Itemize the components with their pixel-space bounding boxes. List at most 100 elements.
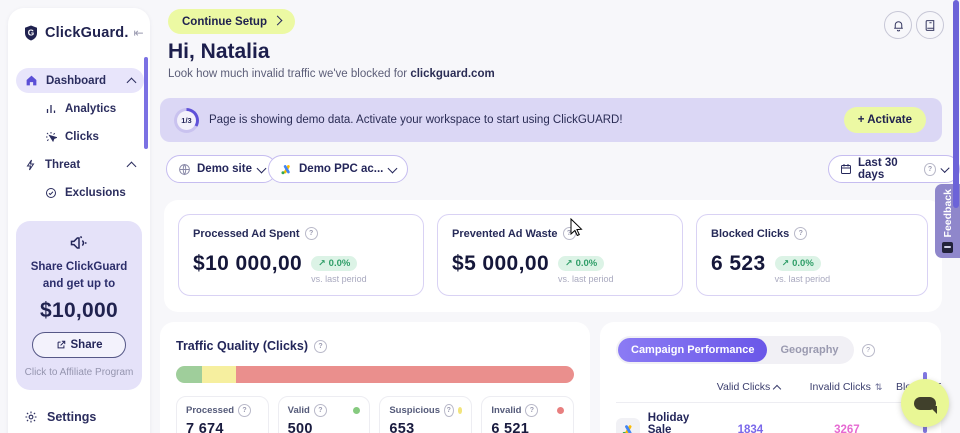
promo-title: Share ClickGuard and get up to <box>24 259 134 294</box>
change-value: 0.0% <box>329 258 351 269</box>
help-icon[interactable]: ? <box>444 404 454 417</box>
nav-label: Exclusions <box>65 187 126 199</box>
nav-label: Clicks <box>65 131 99 143</box>
versus-label: vs. last period <box>558 274 614 284</box>
sidebar-item-dashboard[interactable]: Dashboard <box>16 68 144 93</box>
trend-badge: 0.0% <box>775 256 821 271</box>
check-circle-icon <box>45 187 57 199</box>
divider <box>616 402 941 403</box>
help-icon[interactable]: ? <box>314 340 327 353</box>
date-range-selector[interactable]: Last 30 days ? <box>828 155 960 183</box>
megaphone-icon <box>24 233 134 253</box>
traffic-card-value: 7 674 <box>186 421 259 433</box>
chat-widget-button[interactable] <box>901 379 949 427</box>
sidebar-item-threat[interactable]: Threat <box>16 152 144 177</box>
help-icon[interactable]: ? <box>525 404 538 417</box>
tab-campaign-performance[interactable]: Campaign Performance <box>618 338 767 362</box>
traffic-card-label: Invalid <box>491 405 521 416</box>
traffic-quality-panel: Traffic Quality (Clicks)? Processed? 7 6… <box>160 322 590 433</box>
sidebar-item-analytics[interactable]: Analytics <box>36 96 144 121</box>
traffic-card-suspicious: Suspicious? 653 0.00% <box>379 396 472 433</box>
promo-amount: $10,000 <box>24 299 134 323</box>
notifications-button[interactable] <box>884 11 912 39</box>
help-icon[interactable]: ? <box>862 344 875 357</box>
column-label: Invalid Clicks <box>810 381 871 393</box>
continue-setup-button[interactable]: Continue Setup <box>168 9 295 34</box>
date-range-label: Last 30 days <box>858 157 918 181</box>
collapse-sidebar-icon[interactable]: ⇤ <box>134 26 144 40</box>
nav-label: Analytics <box>65 103 116 115</box>
traffic-card-processed: Processed? 7 674 0.00% <box>176 396 269 433</box>
google-ads-icon <box>280 163 293 176</box>
trend-badge: 0.0% <box>311 256 357 271</box>
traffic-quality-title: Traffic Quality (Clicks) <box>176 339 308 353</box>
share-button[interactable]: Share <box>32 332 126 358</box>
valid-dot-icon <box>353 407 360 414</box>
banner-message: Page is showing demo data. Activate your… <box>209 114 844 126</box>
column-label: Valid Clicks <box>717 381 770 393</box>
column-valid-clicks[interactable]: Valid Clicks <box>701 381 796 393</box>
traffic-card-value: 500 <box>288 421 361 433</box>
sidebar-item-clicks[interactable]: Clicks <box>36 124 144 149</box>
trend-badge: 0.0% <box>558 256 604 271</box>
trend-up-icon <box>565 258 573 269</box>
tab-geography[interactable]: Geography <box>767 338 851 362</box>
external-link-icon <box>56 340 66 350</box>
traffic-card-label: Suspicious <box>389 405 440 416</box>
bar-chart-icon <box>45 103 57 115</box>
documentation-button[interactable] <box>916 11 944 39</box>
sidebar-item-exclusions[interactable]: Exclusions <box>36 180 144 205</box>
chevron-down-icon <box>940 163 949 172</box>
sidebar-nav: Dashboard Analytics Clicks Threat <box>16 68 144 205</box>
traffic-card-value: 6 521 <box>491 421 564 433</box>
stat-value: 6 523 <box>711 253 766 274</box>
demo-data-banner: 1/3 Page is showing demo data. Activate … <box>160 98 942 142</box>
invalid-clicks-value[interactable]: 3267 <box>797 424 896 433</box>
help-icon[interactable]: ? <box>563 227 576 240</box>
chevron-down-icon <box>257 163 267 173</box>
bell-icon <box>892 19 905 32</box>
versus-label: vs. last period <box>775 274 831 284</box>
feedback-icon <box>942 242 953 253</box>
stat-card-processed-ad-spent: Processed Ad Spent? $10 000,00 0.0% vs. … <box>178 214 424 296</box>
activate-button[interactable]: + Activate <box>844 107 926 133</box>
bar-segment-invalid <box>236 366 574 383</box>
help-icon[interactable]: ? <box>314 404 327 417</box>
stat-value: $10 000,00 <box>193 253 302 274</box>
sidebar-item-settings[interactable]: Settings <box>24 410 142 424</box>
gear-icon <box>24 410 38 424</box>
logo-shield-icon: G <box>22 24 40 42</box>
sidebar: G ClickGuard. ⇤ Dashboard Analytics <box>8 8 150 433</box>
help-icon[interactable]: ? <box>238 404 251 417</box>
subtitle-text: Look how much invalid traffic we've bloc… <box>168 68 410 80</box>
logo-text: ClickGuard. <box>45 25 129 41</box>
site-selector[interactable]: Demo site <box>166 155 277 183</box>
campaign-performance-panel: Campaign Performance Geography ? Valid C… <box>600 322 941 433</box>
column-invalid-clicks[interactable]: Invalid Clicks⇅ <box>796 381 896 393</box>
ppc-account-label: Demo PPC ac... <box>299 163 383 175</box>
stat-card-blocked-clicks: Blocked Clicks? 6 523 0.0% vs. last peri… <box>696 214 928 296</box>
nav-label: Dashboard <box>46 75 106 87</box>
page-scrollbar[interactable] <box>953 0 959 208</box>
help-icon[interactable]: ? <box>794 227 807 240</box>
ppc-account-selector[interactable]: Demo PPC ac... <box>268 155 408 183</box>
chat-icon <box>914 397 936 410</box>
sidebar-scrollbar[interactable] <box>144 57 148 149</box>
setup-step-counter: 1/3 <box>177 111 196 130</box>
setup-progress-ring: 1/3 <box>174 108 199 133</box>
traffic-card-invalid: Invalid? 6 521 0.00% <box>481 396 574 433</box>
affiliate-promo-card[interactable]: Share ClickGuard and get up to $10,000 S… <box>16 221 142 390</box>
feedback-label: Feedback <box>942 189 954 237</box>
suspicious-dot-icon <box>458 407 463 414</box>
help-icon[interactable]: ? <box>305 227 318 240</box>
table-row-holiday-sale-campaign[interactable]: Holiday Sale Campaign 1834 3267 <box>616 412 941 433</box>
chevron-right-icon <box>273 16 283 26</box>
stats-panel: Processed Ad Spent? $10 000,00 0.0% vs. … <box>164 200 942 312</box>
share-label: Share <box>71 339 103 351</box>
campaign-table-header: Valid Clicks Invalid Clicks⇅ Blocked Cli… <box>616 381 941 393</box>
traffic-card-valid: Valid? 500 0.00% <box>278 396 371 433</box>
globe-icon <box>178 163 191 176</box>
valid-clicks-value[interactable]: 1834 <box>703 424 797 433</box>
invalid-dot-icon <box>557 407 564 414</box>
chevron-up-icon <box>127 161 137 171</box>
